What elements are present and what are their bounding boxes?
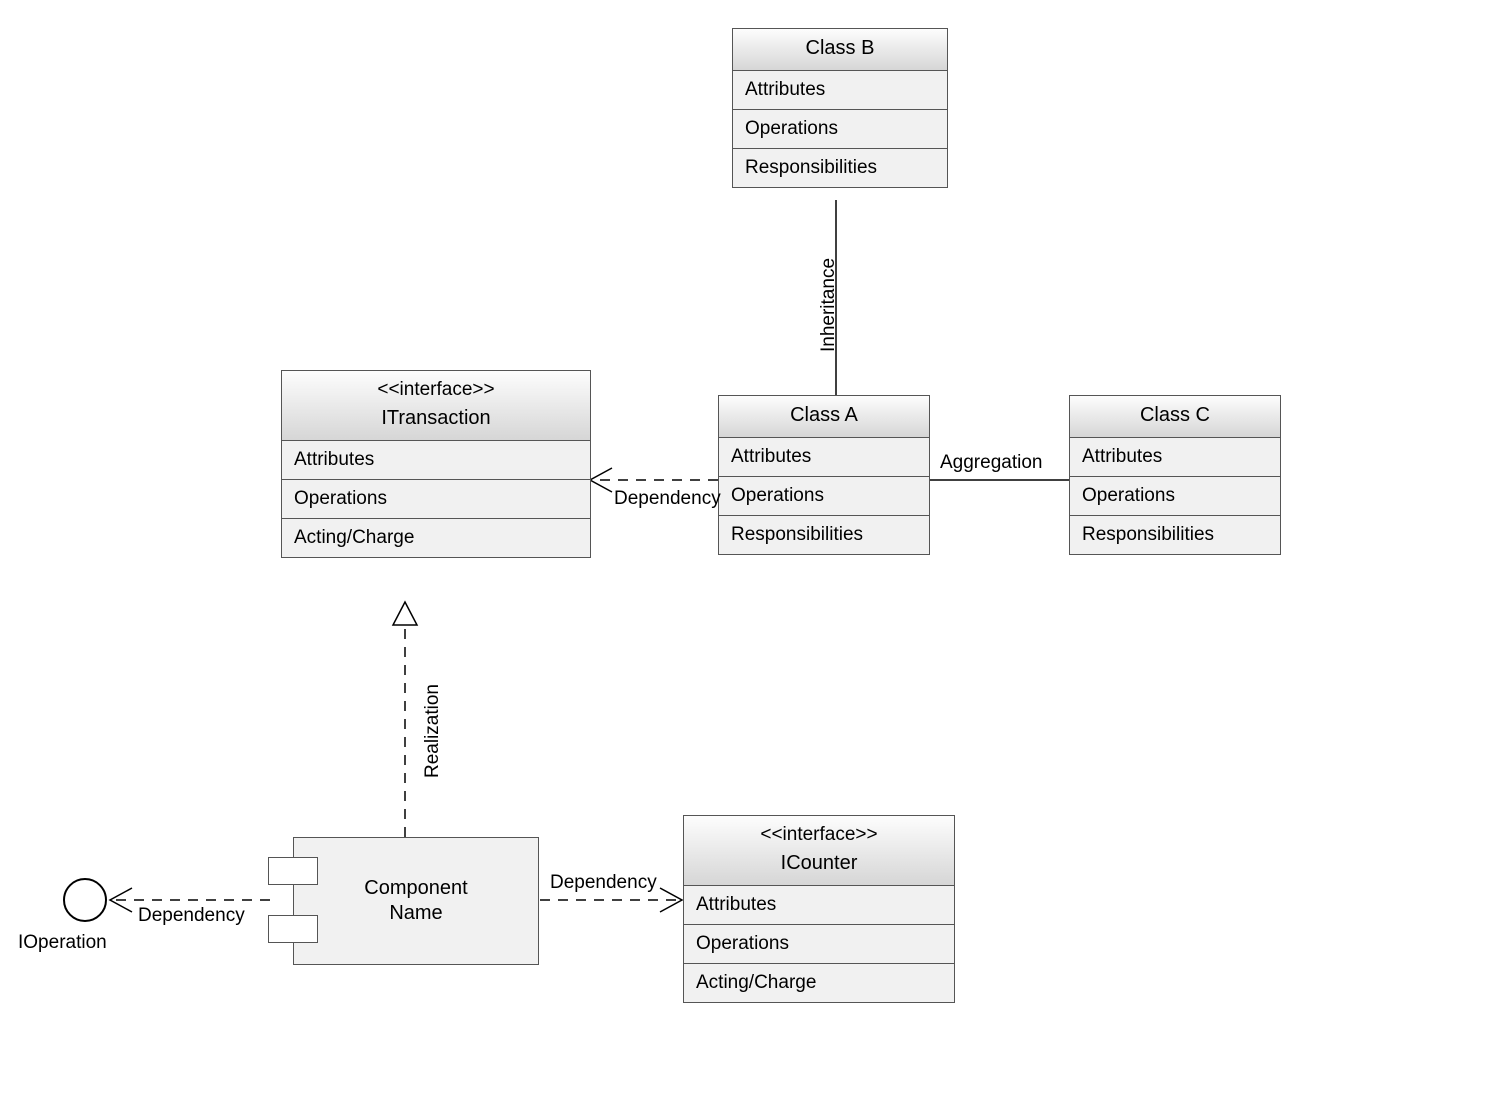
label-aggregation: Aggregation [940, 452, 1042, 474]
compartment-row: Acting/Charge [282, 519, 590, 557]
compartment-row: Operations [684, 925, 954, 964]
diagram-canvas: <<interface>> ITransaction Attributes Op… [0, 0, 1500, 1120]
label-inheritance: Inheritance [818, 258, 840, 352]
component-lug-icon [268, 915, 318, 943]
label-realization: Realization [422, 684, 444, 778]
compartment-row: Operations [719, 477, 929, 516]
compartment-row: Attributes [282, 441, 590, 480]
class-icounter[interactable]: <<interface>> ICounter Attributes Operat… [683, 815, 955, 1003]
class-name: ITransaction [381, 407, 490, 429]
compartment-row: Attributes [1070, 438, 1280, 477]
class-name: ICounter [781, 852, 858, 874]
class-name: Class C [1140, 404, 1210, 426]
component-line1: Component [364, 877, 467, 899]
compartment-row: Acting/Charge [684, 964, 954, 1002]
class-itransaction[interactable]: <<interface>> ITransaction Attributes Op… [281, 370, 591, 558]
component-line2: Name [389, 902, 442, 924]
compartment-row: Operations [1070, 477, 1280, 516]
compartment-row: Operations [282, 480, 590, 519]
class-name: Class A [790, 404, 858, 426]
label-dependency: Dependency [138, 905, 245, 927]
class-name: Class B [806, 37, 875, 59]
compartment-row: Attributes [733, 71, 947, 110]
stereotype: <<interface>> [690, 824, 948, 846]
compartment-row: Responsibilities [719, 516, 929, 554]
compartment-row: Responsibilities [1070, 516, 1280, 554]
compartment-row: Attributes [719, 438, 929, 477]
component-label: Component Name [364, 876, 467, 926]
component-lug-icon [268, 857, 318, 885]
label-dependency: Dependency [614, 488, 721, 510]
lollipop-icon[interactable] [63, 878, 107, 922]
class-a[interactable]: Class A Attributes Operations Responsibi… [718, 395, 930, 555]
class-b[interactable]: Class B Attributes Operations Responsibi… [732, 28, 948, 188]
component-box[interactable]: Component Name [293, 837, 539, 965]
class-header: <<interface>> ICounter [684, 816, 954, 886]
class-c[interactable]: Class C Attributes Operations Responsibi… [1069, 395, 1281, 555]
compartment-row: Responsibilities [733, 149, 947, 187]
compartment-row: Attributes [684, 886, 954, 925]
class-header: Class B [733, 29, 947, 71]
label-dependency: Dependency [550, 872, 657, 894]
class-header: <<interface>> ITransaction [282, 371, 590, 441]
lollipop-label: IOperation [18, 932, 107, 954]
compartment-row: Operations [733, 110, 947, 149]
stereotype: <<interface>> [288, 379, 584, 401]
class-header: Class C [1070, 396, 1280, 438]
class-header: Class A [719, 396, 929, 438]
